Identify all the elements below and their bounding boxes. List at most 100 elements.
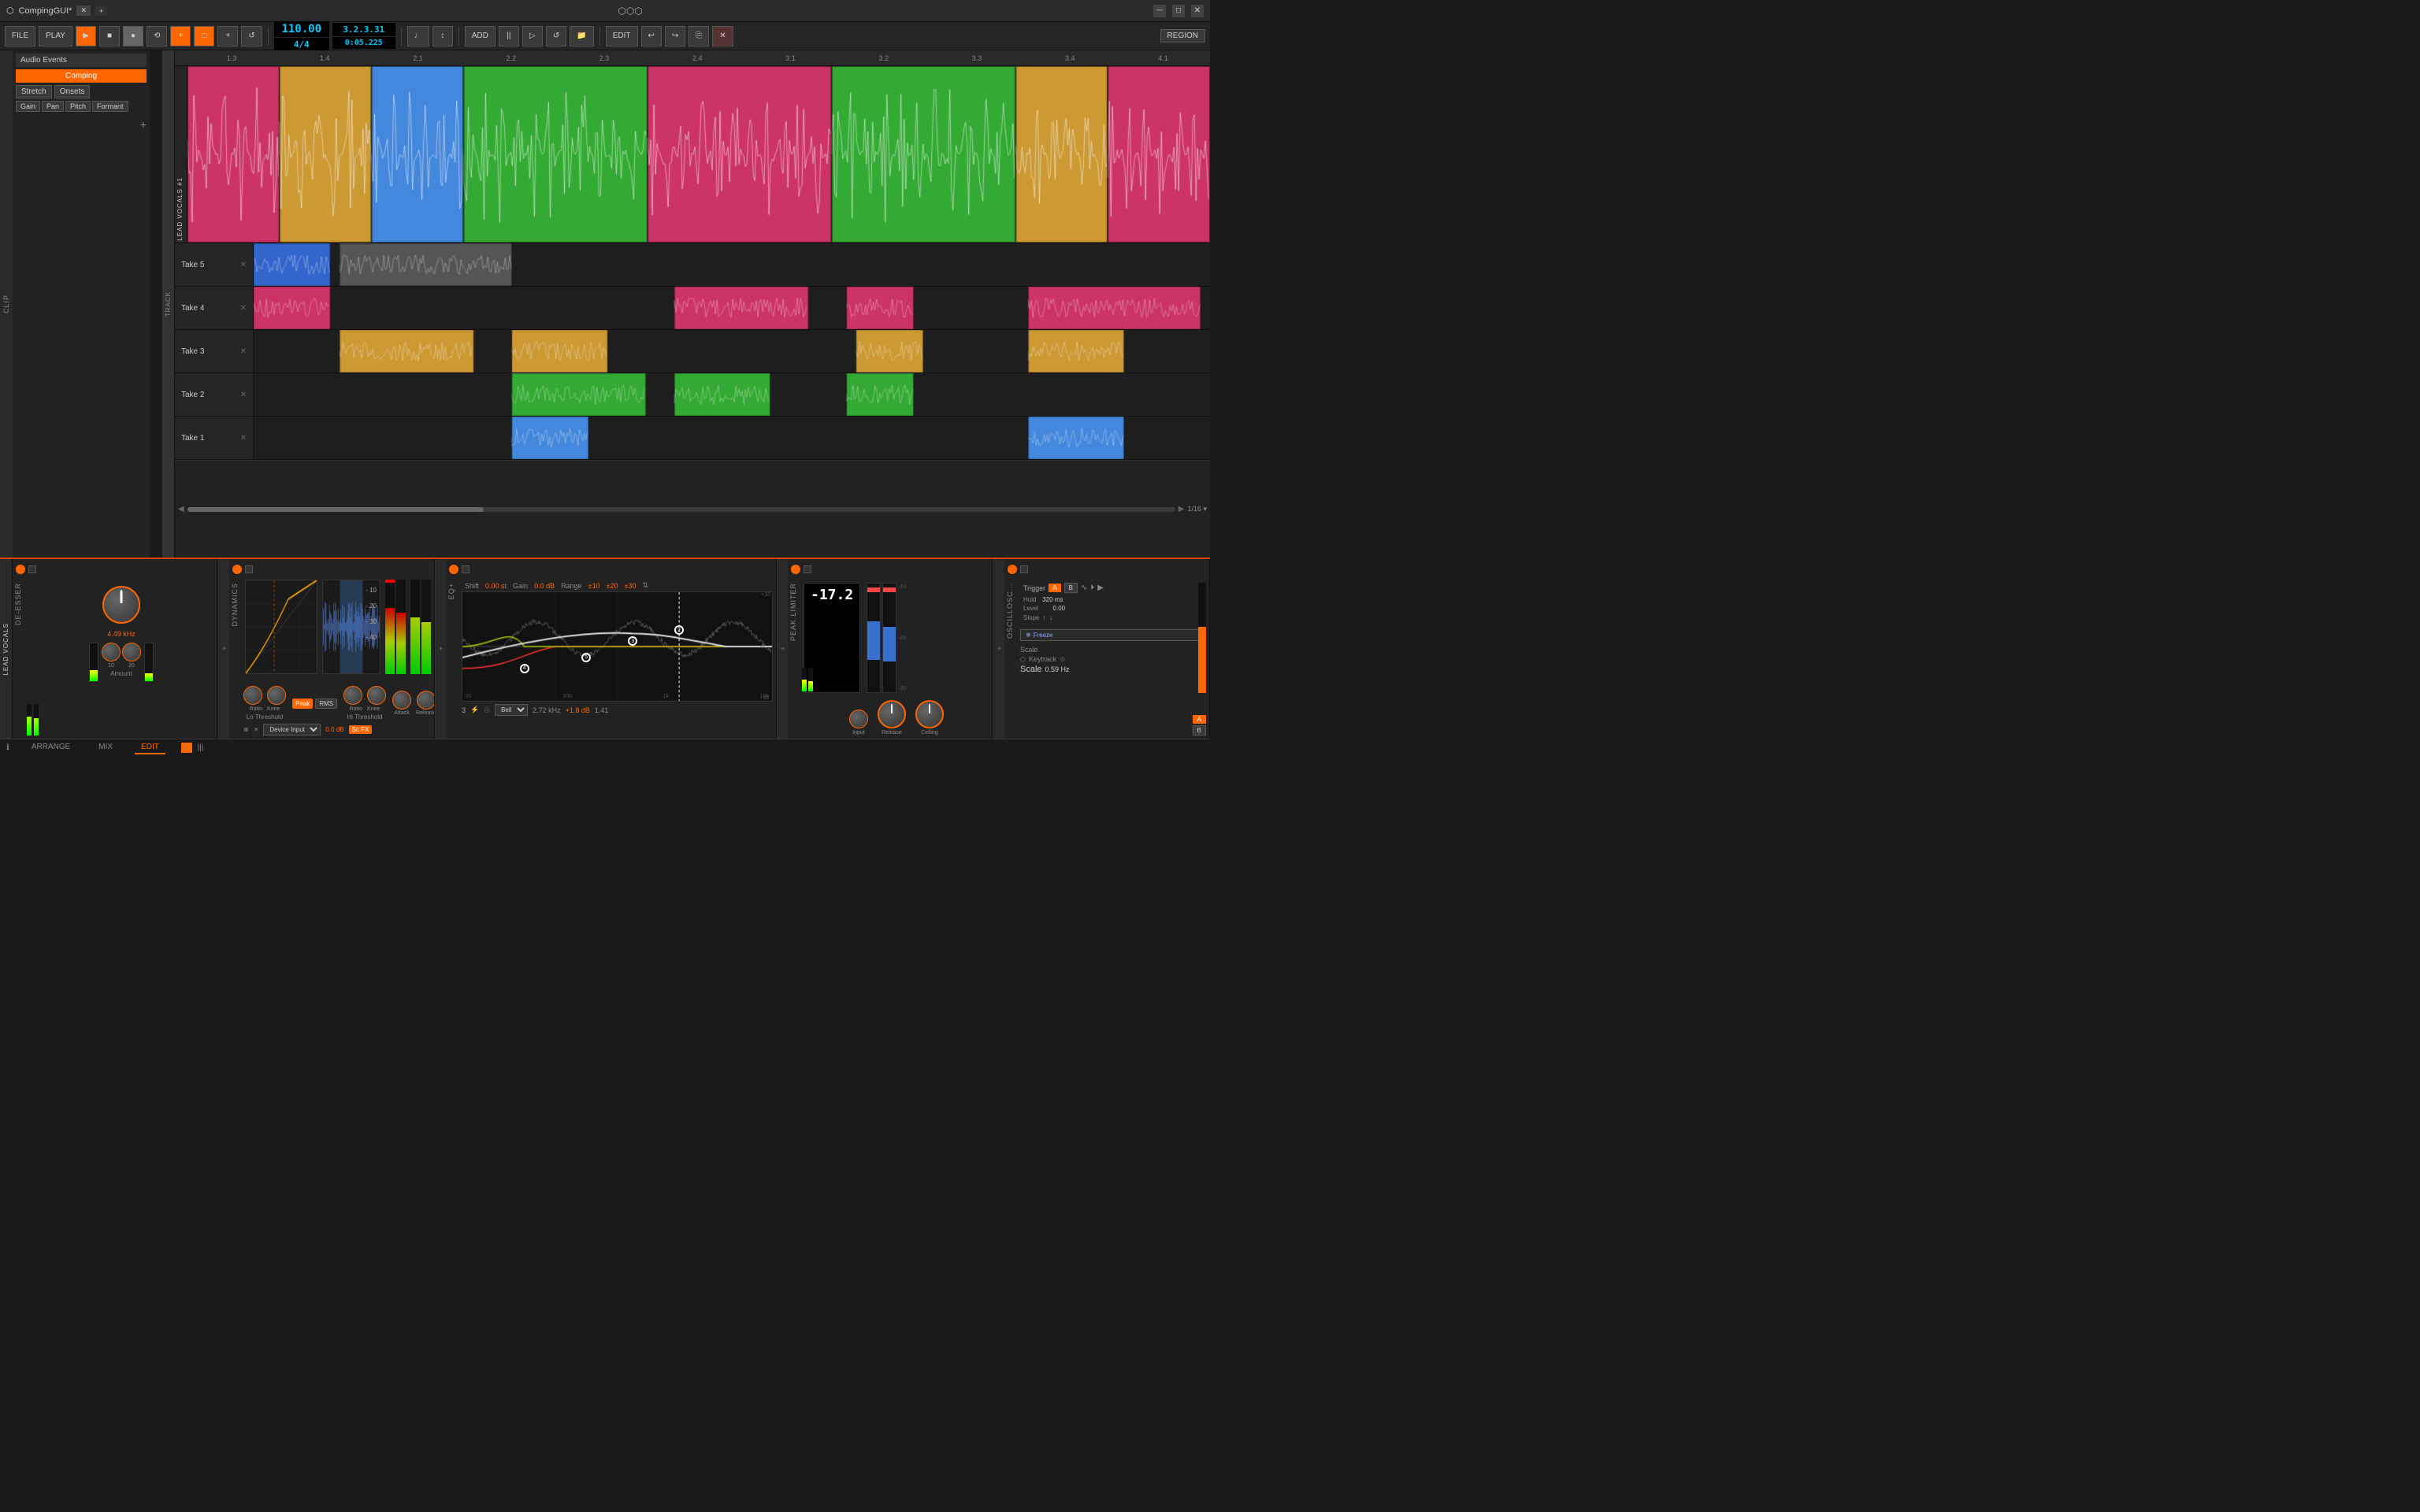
band-power-btn[interactable]: ⚡ (470, 706, 479, 714)
panel-add-btn-2[interactable]: + (435, 559, 446, 739)
title-close-tab[interactable]: ✕ (76, 6, 91, 16)
attack-knob[interactable] (392, 691, 411, 710)
panel-add-btn-3[interactable]: + (777, 559, 788, 739)
eq-type-select[interactable]: Bell (495, 704, 528, 716)
pan-button[interactable]: Pan (42, 101, 64, 112)
file-button[interactable]: FILE (5, 26, 35, 46)
window-maximize-button[interactable]: □ (1172, 5, 1185, 17)
osc-setting-icon[interactable]: ⚙ (1060, 656, 1065, 663)
de-esser-knob2[interactable] (122, 643, 141, 662)
comping-button[interactable]: Comping (16, 69, 147, 83)
release-knob-peak[interactable] (878, 700, 906, 728)
edit-tab[interactable]: EDIT (135, 741, 165, 754)
eq-power[interactable] (449, 565, 458, 574)
peak-button[interactable]: Peak (292, 699, 313, 709)
eq-node-4[interactable]: 4 (520, 664, 529, 673)
take5-content[interactable] (254, 243, 1210, 286)
panel-add-btn-4[interactable]: + (993, 559, 1004, 739)
osc-play-btn[interactable]: ▶ (1097, 584, 1104, 592)
horizontal-scrollbar[interactable]: ◀ ▶ 1/16 ▾ (175, 460, 1210, 558)
scrollbar-track[interactable] (187, 507, 1175, 512)
take3-close[interactable]: ✕ (240, 347, 247, 356)
eq-node-5[interactable]: 5 (581, 653, 591, 662)
rms-button[interactable]: RMS (315, 699, 337, 709)
onsets-button[interactable]: Onsets (54, 85, 91, 98)
comp-button[interactable]: □ (194, 26, 214, 46)
take4-close[interactable]: ✕ (240, 304, 247, 313)
oscilloscope-settings[interactable] (1020, 565, 1028, 573)
de-esser-power[interactable] (16, 565, 25, 574)
ratio1-knob[interactable] (243, 686, 262, 705)
slope-down-btn[interactable]: ↓ (1049, 613, 1053, 621)
de-esser-settings[interactable] (28, 565, 36, 573)
gain-button[interactable]: Gain (16, 101, 40, 112)
main-track-content[interactable] (187, 66, 1210, 243)
eq-node-3[interactable]: 3 (628, 636, 637, 646)
de-esser-knob1[interactable] (102, 643, 121, 662)
arrange-tab[interactable]: ARRANGE (25, 741, 76, 754)
knee2-knob[interactable] (367, 686, 386, 705)
take2-close[interactable]: ✕ (240, 391, 247, 399)
scrollbar-thumb[interactable] (187, 507, 484, 512)
edit-button[interactable]: EDIT (606, 26, 638, 46)
mix-tab[interactable]: MIX (92, 741, 119, 754)
knee1-knob[interactable] (267, 686, 286, 705)
page-indicator[interactable]: 1/16 ▾ (1187, 505, 1207, 513)
take1-content[interactable] (254, 417, 1210, 459)
oscilloscope-power[interactable] (1008, 565, 1017, 574)
pitch-button[interactable]: Pitch (65, 101, 91, 112)
timeline-ruler[interactable]: 1.3 1.4 2.1 2.2 2.3 2.4 3.1 3.2 3.3 3.4 … (175, 50, 1210, 66)
metronome-button[interactable]: ♩ (407, 26, 429, 46)
play2-button[interactable]: ▷ (522, 26, 543, 46)
freeze-button[interactable]: ❄ Freeze (1020, 629, 1206, 641)
stop-button[interactable]: ■ (99, 26, 120, 46)
record-button[interactable]: ● (123, 26, 143, 46)
play-label-button[interactable]: PLAY (39, 26, 72, 46)
region-button[interactable]: REGION (1160, 29, 1205, 43)
sync-button[interactable]: ↕ (432, 26, 453, 46)
ratio2-knob[interactable] (343, 686, 362, 705)
delete-button[interactable]: ✕ (712, 26, 733, 46)
play-button[interactable]: ▶ (76, 26, 96, 46)
a-button[interactable]: A (1049, 584, 1060, 592)
stretch-button[interactable]: Stretch (16, 85, 52, 98)
back-button[interactable]: ↺ (546, 26, 566, 46)
title-add-tab[interactable]: + (95, 6, 107, 16)
slope-up-btn[interactable]: ↑ (1042, 613, 1046, 621)
take1-close[interactable]: ✕ (240, 434, 247, 443)
sc-fx-button[interactable]: Sc FX (349, 725, 373, 734)
punch-button[interactable]: + (217, 26, 238, 46)
window-close-button[interactable]: ✕ (1191, 5, 1204, 17)
cycle-button[interactable]: ⟲ (147, 26, 167, 46)
release-knob-dyn[interactable] (417, 691, 435, 710)
undo-button[interactable]: ↩ (641, 26, 662, 46)
take3-content[interactable] (254, 330, 1210, 372)
scroll-left-btn[interactable]: ◀ (178, 505, 184, 513)
range-30[interactable]: ±30 (625, 582, 637, 590)
loop-button[interactable]: ↺ (241, 26, 262, 46)
marker-button[interactable]: || (499, 26, 519, 46)
dynamics-settings[interactable] (245, 565, 253, 573)
add-button[interactable]: ADD (465, 26, 496, 46)
b-button[interactable]: B (1064, 583, 1078, 593)
view-icon-2[interactable]: ||| (195, 743, 207, 753)
add-track-button-transport[interactable]: + (170, 26, 191, 46)
window-minimize-button[interactable]: ─ (1153, 5, 1166, 17)
dynamics-power[interactable] (232, 565, 242, 574)
take5-close[interactable]: ✕ (240, 261, 247, 269)
folder-button[interactable]: 📁 (570, 26, 593, 46)
position-display[interactable]: 3.2.3.31 0:05.225 (332, 23, 395, 49)
panel-add-btn-1[interactable]: + (218, 559, 229, 739)
peak-limiter-power[interactable] (791, 565, 800, 574)
view-icon-1[interactable]: □ (181, 743, 192, 753)
eq-display[interactable]: 4 3 2 5 +10 0 -10 20 100 1k 10k (462, 591, 773, 702)
range-20[interactable]: ±20 (607, 582, 618, 590)
scroll-right-btn[interactable]: ▶ (1178, 505, 1185, 513)
osc-mode2[interactable]: ⏵ (1090, 584, 1094, 592)
input-knob[interactable] (849, 710, 868, 728)
take2-content[interactable] (254, 373, 1210, 416)
eq-arrows[interactable]: ⇅ (642, 581, 648, 590)
de-esser-freq-knob[interactable] (102, 586, 140, 624)
take4-content[interactable] (254, 287, 1210, 329)
eq-node-2[interactable]: 2 (674, 625, 684, 635)
